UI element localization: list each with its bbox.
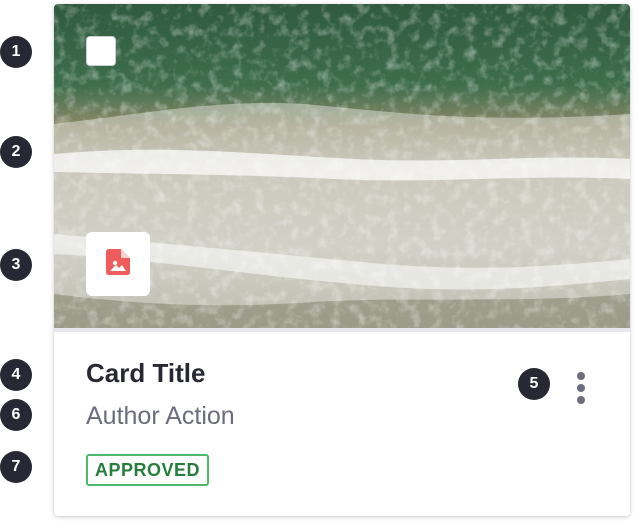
image-file-icon [106,248,130,280]
status-badge: APPROVED [86,454,210,486]
callout-marker-7: 7 [0,451,32,483]
kebab-dot [577,372,585,380]
kebab-dot [577,384,585,392]
kebab-dot [577,396,585,404]
card-body: Card Title Author Action APPROVED [54,332,630,516]
callout-marker-6: 6 [0,399,32,431]
callout-marker-3: 3 [0,249,32,281]
callout-marker-5: 5 [518,368,550,400]
image-card[interactable]: Card Title Author Action APPROVED [54,4,630,516]
callout-marker-2: 2 [0,136,32,168]
card-select-checkbox[interactable] [86,36,116,66]
file-type-sticker [86,232,150,296]
card-title[interactable]: Card Title [86,358,205,389]
card-subtitle: Author Action [86,402,235,430]
ellipsis-vertical-icon[interactable] [566,368,596,408]
callout-marker-4: 4 [0,359,32,391]
callout-marker-1: 1 [0,36,32,68]
